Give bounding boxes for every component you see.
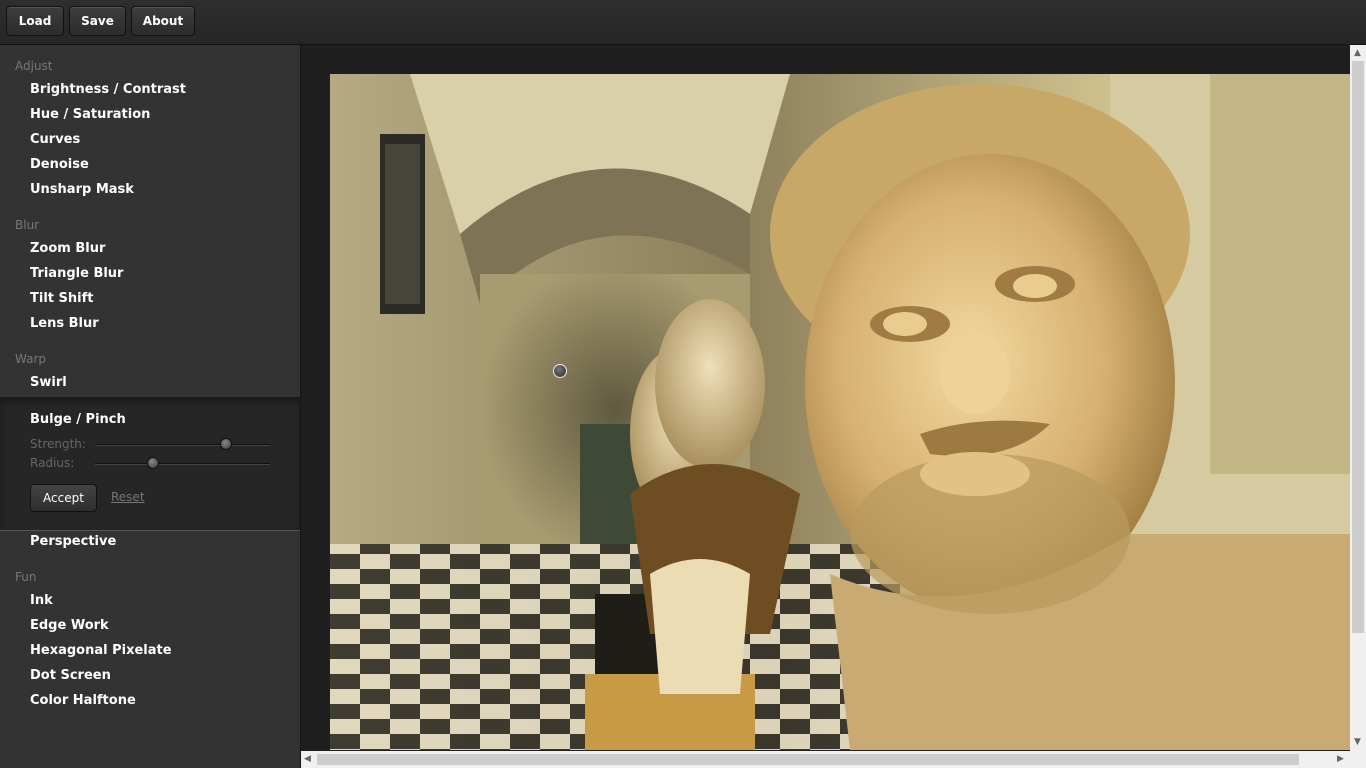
filter-dot-screen[interactable]: Dot Screen [30,668,111,684]
filter-edge-work[interactable]: Edge Work [30,618,109,634]
canvas-viewport [301,45,1366,768]
photo-canvas[interactable] [330,74,1350,750]
scroll-left-icon[interactable]: ◀ [304,754,311,764]
scroll-up-icon[interactable]: ▲ [1354,48,1361,58]
category-fun: Fun [15,570,37,584]
filter-brightness-contrast[interactable]: Brightness / Contrast [30,82,186,98]
scroll-right-icon[interactable]: ▶ [1337,754,1344,764]
strength-slider-handle[interactable] [220,438,233,450]
category-adjust: Adjust [15,59,53,73]
save-button[interactable]: Save [69,6,126,36]
filter-perspective[interactable]: Perspective [30,534,116,550]
filter-unsharp-mask[interactable]: Unsharp Mask [30,182,134,198]
filter-swirl[interactable]: Swirl [30,375,67,391]
filter-ink[interactable]: Ink [30,593,53,609]
toolbar: Load Save About [0,0,1366,45]
filter-zoom-blur[interactable]: Zoom Blur [30,241,105,257]
radius-slider[interactable] [95,457,270,469]
scroll-down-icon[interactable]: ▼ [1354,737,1361,747]
filter-curves[interactable]: Curves [30,132,80,148]
bulge-center-handle[interactable] [553,364,567,378]
filter-hexagonal-pixelate[interactable]: Hexagonal Pixelate [30,643,172,659]
vertical-scroll-thumb[interactable] [1352,61,1364,633]
radius-label: Radius: [30,456,75,470]
about-button[interactable]: About [131,6,195,36]
radius-slider-handle[interactable] [146,457,159,469]
active-filter-title[interactable]: Bulge / Pinch [30,412,126,428]
category-warp: Warp [15,352,47,366]
horizontal-scrollbar[interactable]: ◀ ▶ [301,751,1350,768]
scrollbar-corner [1350,751,1366,768]
load-button[interactable]: Load [6,6,64,36]
filter-lens-blur[interactable]: Lens Blur [30,316,99,332]
vertical-scrollbar[interactable]: ▲ ▼ [1350,45,1366,751]
filter-tilt-shift[interactable]: Tilt Shift [30,291,93,307]
filter-color-halftone[interactable]: Color Halftone [30,693,136,709]
filter-hue-saturation[interactable]: Hue / Saturation [30,107,150,123]
strength-slider[interactable] [95,438,270,450]
category-blur: Blur [15,218,40,232]
active-filter-panel: Bulge / Pinch Strength: Radius: Accept R… [0,397,300,531]
horizontal-scroll-thumb[interactable] [317,754,1299,765]
filter-triangle-blur[interactable]: Triangle Blur [30,266,123,282]
accept-button[interactable]: Accept [30,484,97,512]
reset-link[interactable]: Reset [111,490,145,504]
filter-denoise[interactable]: Denoise [30,157,89,173]
strength-label: Strength: [30,437,86,451]
